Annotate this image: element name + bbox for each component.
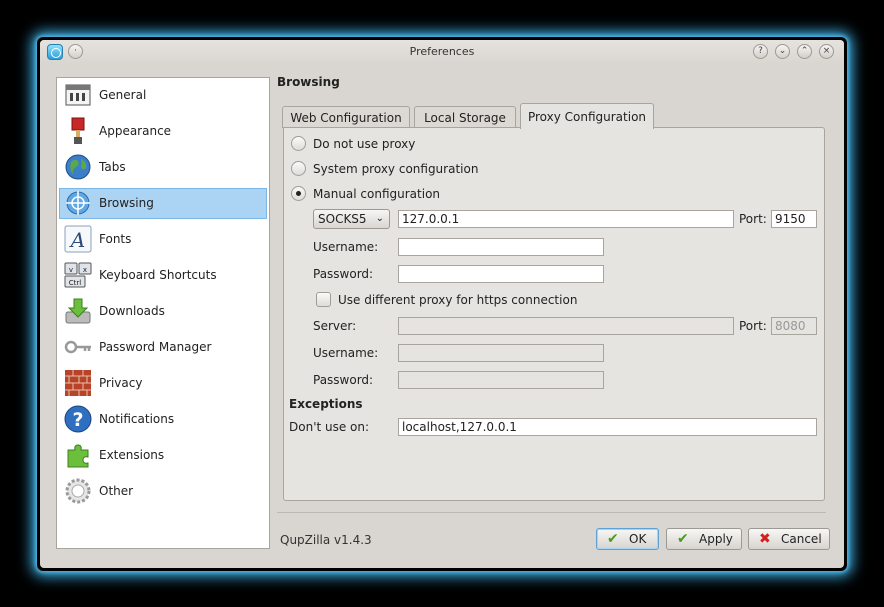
- https-server-field[interactable]: [398, 317, 734, 335]
- proxy-configuration-panel: [283, 127, 825, 501]
- svg-text:?: ?: [72, 409, 83, 431]
- https-password-label: Password:: [313, 373, 374, 387]
- sidebar-item-label: Other: [99, 484, 134, 498]
- font-icon: A: [64, 225, 92, 253]
- tab-proxy-configuration[interactable]: Proxy Configuration: [520, 103, 654, 129]
- globe-icon: [65, 154, 91, 180]
- sidebar-item-label: General: [99, 88, 147, 102]
- svg-text:A: A: [69, 228, 85, 252]
- footer-divider: [277, 512, 826, 513]
- svg-text:v: v: [69, 266, 73, 274]
- sidebar-item-label: Fonts: [99, 232, 132, 246]
- ok-button-label: OK: [629, 532, 647, 546]
- sidebar-item-appearance[interactable]: Appearance: [59, 116, 267, 147]
- sidebar-item-extensions[interactable]: Extensions: [59, 440, 267, 471]
- sidebar-item-fonts[interactable]: A Fonts: [59, 224, 267, 255]
- preferences-window: · Preferences ? ⌄ ⌃ × General Appearance: [40, 40, 844, 568]
- version-label: QupZilla v1.4.3: [280, 533, 372, 547]
- sidebar-item-keyboard-shortcuts[interactable]: v x Ctrl Keyboard Shortcuts: [59, 260, 267, 291]
- sidebar-item-tabs[interactable]: Tabs: [59, 152, 267, 183]
- minimize-icon[interactable]: ⌄: [775, 44, 790, 59]
- cancel-button-label: Cancel: [781, 532, 822, 546]
- svg-text:Ctrl: Ctrl: [69, 279, 82, 287]
- exceptions-label: Don't use on:: [289, 420, 370, 434]
- maximize-icon[interactable]: ⌃: [797, 44, 812, 59]
- sidebar-item-notifications[interactable]: ? Notifications: [59, 404, 267, 435]
- sidebar-item-label: Tabs: [99, 160, 126, 174]
- username-label: Username:: [313, 240, 379, 254]
- manual-config-label: Manual configuration: [313, 187, 441, 201]
- sidebar-item-label: Appearance: [99, 124, 172, 138]
- sidebar-item-other[interactable]: Other: [59, 476, 267, 507]
- proxy-type-select[interactable]: SOCKS5 ⌄: [313, 209, 390, 229]
- https-proxy-label: Use different proxy for https connection: [338, 293, 578, 307]
- proxy-port-field[interactable]: 9150: [771, 210, 817, 228]
- category-list: General Appearance Tabs Browsing A Fonts…: [56, 77, 270, 549]
- proxy-host-field[interactable]: 127.0.0.1: [398, 210, 734, 228]
- keyboard-icon: v x Ctrl: [64, 262, 92, 288]
- close-icon[interactable]: ×: [819, 44, 834, 59]
- sidebar-item-label: Privacy: [99, 376, 143, 390]
- key-icon: [64, 340, 91, 354]
- section-title: Browsing: [277, 75, 340, 89]
- server-label: Server:: [313, 319, 357, 333]
- sidebar-item-label: Browsing: [99, 196, 154, 210]
- https-port-label: Port:: [739, 319, 767, 333]
- password-label: Password:: [313, 267, 374, 281]
- tab-web-configuration[interactable]: Web Configuration: [282, 106, 410, 128]
- question-icon: ?: [64, 405, 92, 433]
- sidebar-item-privacy[interactable]: Privacy: [59, 368, 267, 399]
- chevron-down-icon: ⌄: [375, 213, 384, 224]
- sidebar-item-label: Downloads: [99, 304, 165, 318]
- manual-config-radio[interactable]: [291, 186, 306, 201]
- title-bar: · Preferences ? ⌄ ⌃ ×: [40, 40, 844, 66]
- puzzle-icon: [67, 444, 89, 468]
- download-icon: [65, 298, 91, 324]
- password-field[interactable]: [398, 265, 604, 283]
- https-proxy-checkbox[interactable]: [316, 292, 331, 307]
- window-title: Preferences: [409, 45, 475, 58]
- sidebar-item-password-manager[interactable]: Password Manager: [59, 332, 267, 363]
- sidebar-item-label: Password Manager: [99, 340, 212, 354]
- https-port-field[interactable]: 8080: [771, 317, 817, 335]
- check-icon: ✔: [607, 531, 619, 547]
- no-proxy-label: Do not use proxy: [313, 137, 416, 151]
- proxy-type-value: SOCKS5: [318, 212, 367, 226]
- paintbrush-icon: [71, 117, 85, 144]
- apply-button[interactable]: ✔ Apply: [666, 528, 742, 550]
- exceptions-heading: Exceptions: [289, 397, 363, 411]
- system-proxy-label: System proxy configuration: [313, 162, 479, 176]
- gear-icon: [65, 478, 91, 504]
- cancel-button[interactable]: ✖ Cancel: [748, 528, 830, 550]
- tab-local-storage[interactable]: Local Storage: [414, 106, 516, 128]
- system-proxy-radio[interactable]: [291, 161, 306, 176]
- apply-button-label: Apply: [699, 532, 733, 546]
- sidebar-item-browsing[interactable]: Browsing: [59, 188, 267, 219]
- port-label: Port:: [739, 212, 767, 226]
- help-icon[interactable]: ?: [753, 44, 768, 59]
- no-proxy-radio[interactable]: [291, 136, 306, 151]
- sidebar-item-label: Keyboard Shortcuts: [99, 268, 217, 282]
- username-field[interactable]: [398, 238, 604, 256]
- https-username-field[interactable]: [398, 344, 604, 362]
- svg-text:x: x: [83, 266, 87, 274]
- check-icon: ✔: [677, 531, 689, 547]
- general-icon: [65, 84, 91, 106]
- sidebar-item-downloads[interactable]: Downloads: [59, 296, 267, 327]
- sidebar-item-general[interactable]: General: [59, 80, 267, 111]
- https-password-field[interactable]: [398, 371, 604, 389]
- exceptions-field[interactable]: localhost,127.0.0.1: [398, 418, 817, 436]
- sidebar-item-label: Notifications: [99, 412, 175, 426]
- compass-icon: [66, 191, 90, 215]
- cancel-icon: ✖: [759, 531, 771, 547]
- brick-wall-icon: [65, 370, 91, 396]
- ok-button[interactable]: ✔ OK: [596, 528, 659, 550]
- sidebar-item-label: Extensions: [99, 448, 165, 462]
- https-username-label: Username:: [313, 346, 379, 360]
